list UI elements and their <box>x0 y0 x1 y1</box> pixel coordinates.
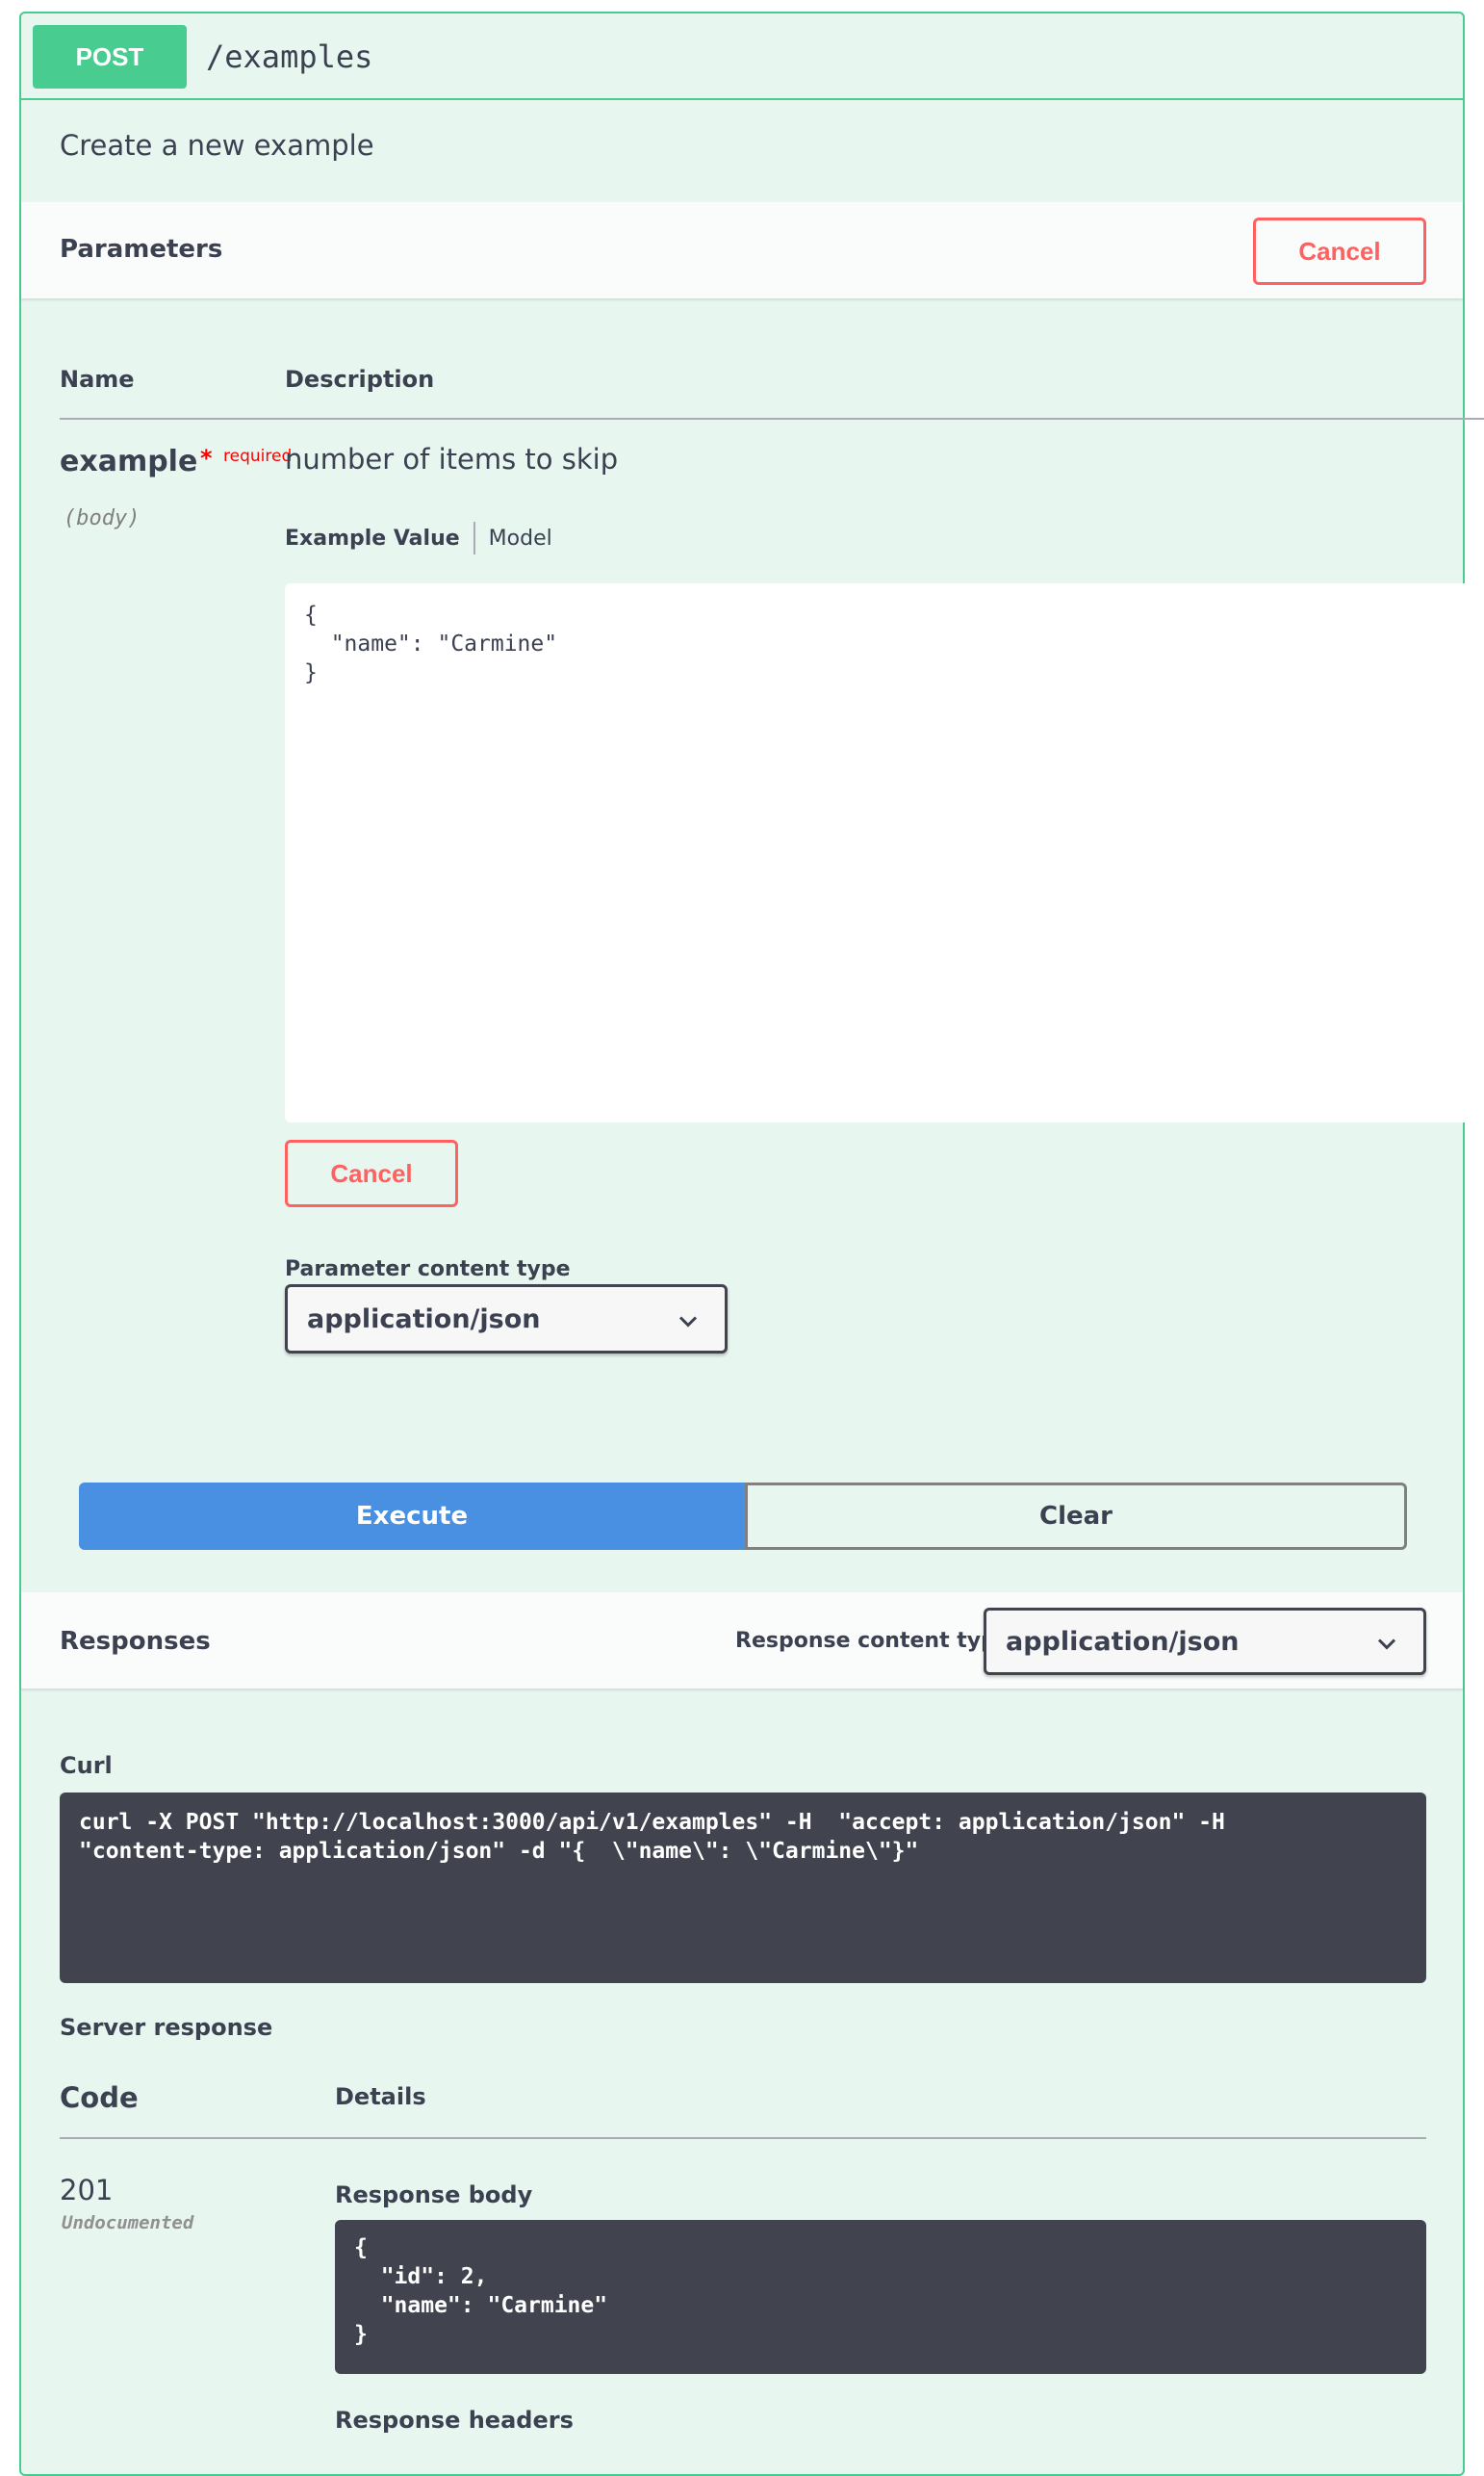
chevron-down-icon <box>1377 1627 1396 1657</box>
try-out-cancel-button[interactable]: Cancel <box>1253 218 1426 285</box>
operation-path: /examples <box>206 39 373 75</box>
parameter-location: (body) <box>64 506 141 530</box>
column-header-name: Name <box>60 366 135 393</box>
column-header-description: Description <box>285 366 435 393</box>
curl-label: Curl <box>60 1752 113 1779</box>
response-content-type-value: application/json <box>1006 1626 1240 1657</box>
body-cancel-button[interactable]: Cancel <box>285 1140 458 1207</box>
column-header-details: Details <box>335 2083 426 2110</box>
body-tabs: Example Value Model <box>285 522 552 555</box>
responses-header: Responses Response content type applicat… <box>21 1592 1463 1689</box>
chevron-down-icon <box>678 1304 698 1334</box>
response-body-label: Response body <box>335 2181 533 2208</box>
response-content-type-label: Response content type <box>735 1629 1011 1653</box>
tab-example-value[interactable]: Example Value <box>285 527 473 551</box>
parameter-name: example <box>60 445 198 478</box>
response-status-code: 201 <box>60 2174 114 2206</box>
execute-button[interactable]: Execute <box>79 1483 745 1550</box>
tab-model[interactable]: Model <box>475 527 552 551</box>
required-label: required <box>223 447 293 466</box>
clear-button[interactable]: Clear <box>745 1483 1407 1550</box>
required-star: * <box>200 445 213 472</box>
parameter-content-type-label: Parameter content type <box>285 1257 571 1281</box>
server-response-label: Server response <box>60 2014 273 2041</box>
curl-command[interactable]: curl -X POST "http://localhost:3000/api/… <box>60 1793 1426 1983</box>
response-body[interactable]: { "id": 2, "name": "Carmine" } <box>335 2220 1426 2374</box>
parameter-description: number of items to skip <box>285 443 619 476</box>
table-divider <box>60 418 1484 420</box>
parameter-content-type-value: application/json <box>307 1303 541 1334</box>
operation-description: Create a new example <box>60 129 374 162</box>
parameter-content-type-select[interactable]: application/json <box>285 1284 728 1354</box>
response-headers-label: Response headers <box>335 2407 574 2434</box>
column-header-code: Code <box>60 2081 139 2114</box>
operation-summary[interactable]: POST /examples <box>21 13 1463 100</box>
operation-block: POST /examples Create a new example Para… <box>19 12 1484 2476</box>
parameters-title: Parameters <box>60 235 223 264</box>
responses-title: Responses <box>60 1627 211 1656</box>
response-table-divider <box>60 2137 1426 2139</box>
response-code-note: Undocumented <box>62 2212 194 2233</box>
parameters-header: Parameters Cancel <box>21 202 1463 298</box>
body-editor-textarea[interactable]: { "name": "Carmine" } <box>285 583 1478 1122</box>
method-badge: POST <box>33 25 187 89</box>
response-content-type-select[interactable]: application/json <box>984 1608 1426 1675</box>
